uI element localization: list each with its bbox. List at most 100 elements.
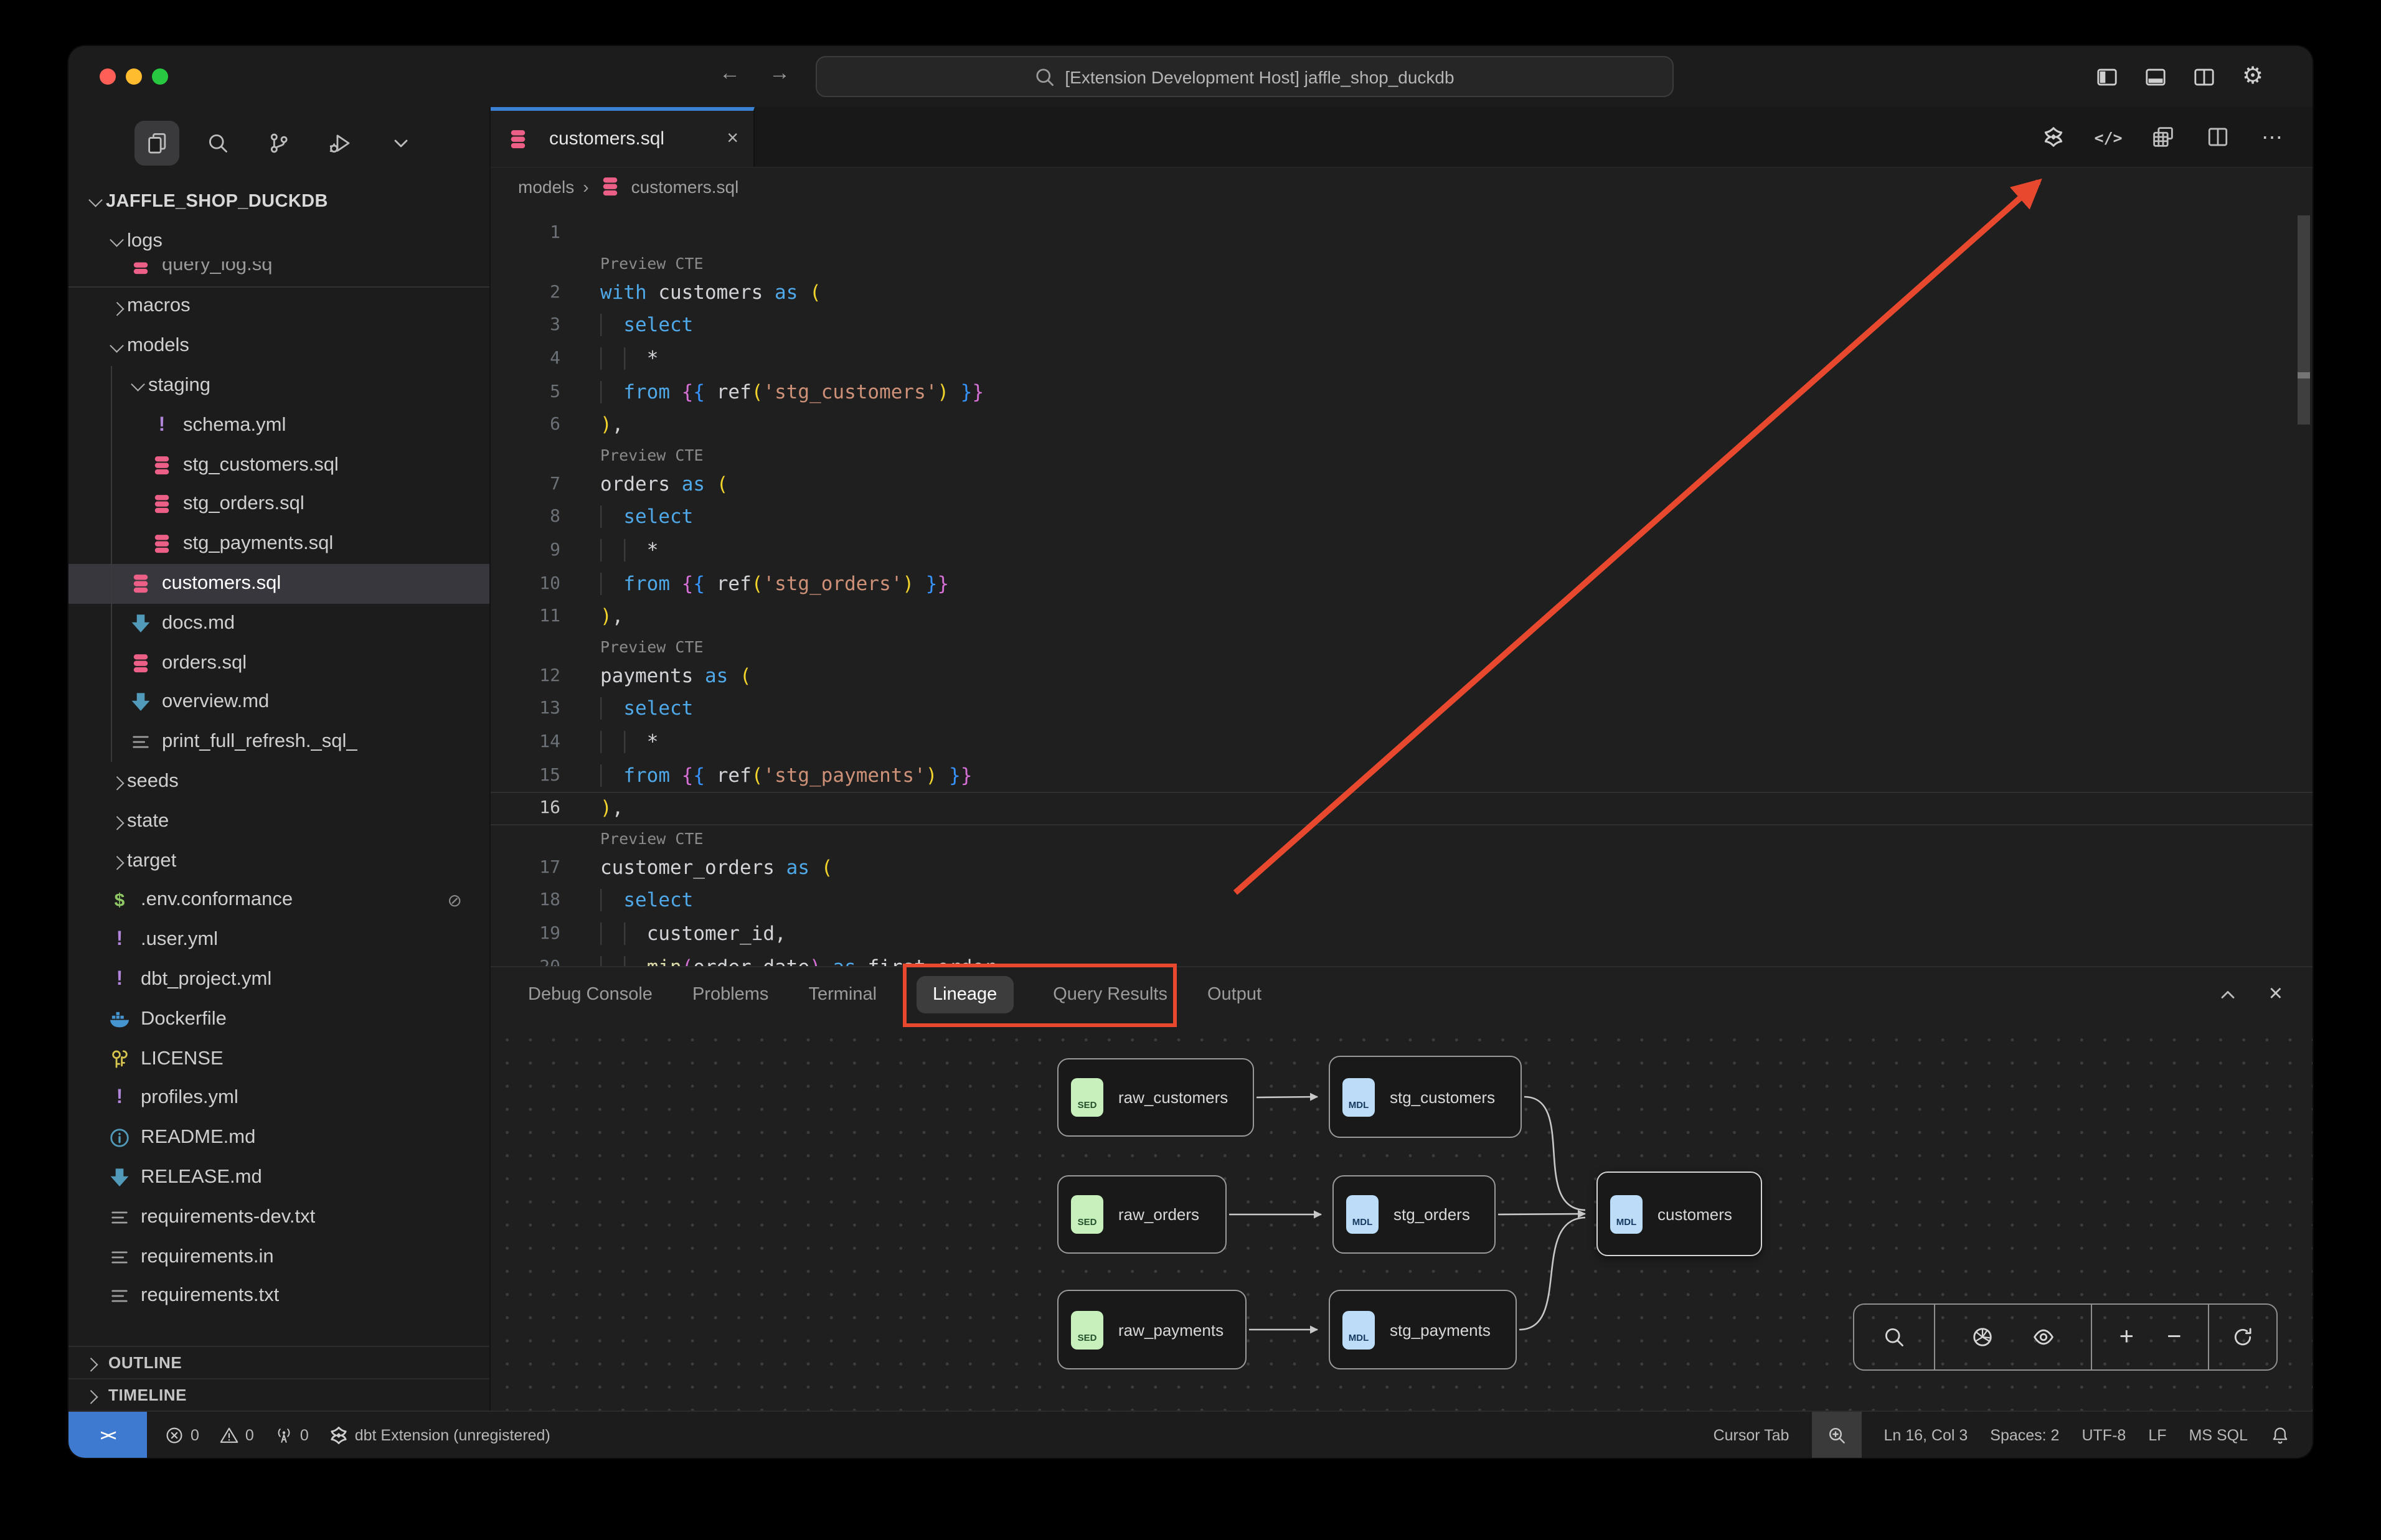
code-line-9[interactable]: 9 *: [491, 534, 2313, 567]
tree-item--env-conformance[interactable]: $.env.conformance⊘: [68, 881, 489, 921]
settings-gear-icon[interactable]: ⚙: [2240, 64, 2265, 89]
panel-close-icon[interactable]: ×: [2269, 980, 2283, 1008]
status-lf[interactable]: LF: [2148, 1426, 2166, 1444]
status-ln-16-col-3[interactable]: Ln 16, Col 3: [1884, 1426, 1968, 1444]
tree-item-seeds[interactable]: seeds: [68, 762, 489, 802]
layout-split-icon[interactable]: [2192, 64, 2217, 89]
history-back-button[interactable]: ←: [714, 61, 746, 86]
tree-item-overview-md[interactable]: overview.md: [68, 683, 489, 723]
tree-item-readme-md[interactable]: README.md: [68, 1119, 489, 1158]
plus-icon[interactable]: +: [2113, 1323, 2140, 1351]
activity-run-debug-button[interactable]: [318, 121, 362, 166]
split-editor-icon[interactable]: [2205, 124, 2230, 149]
code-line-6[interactable]: 6),: [491, 408, 2313, 441]
code-line-12[interactable]: 12payments as (: [491, 659, 2313, 692]
table-copy-icon[interactable]: [2151, 124, 2176, 149]
code-line-18[interactable]: 18 select: [491, 884, 2313, 917]
tree-item-requirements-in[interactable]: requirements.in: [68, 1237, 489, 1277]
aperture-icon[interactable]: [1969, 1323, 1996, 1351]
code-line-17[interactable]: 17customer_orders as (: [491, 851, 2313, 884]
tree-item-query-log-sq[interactable]: query_log.sq: [68, 261, 489, 287]
tree-item-staging[interactable]: staging: [68, 366, 489, 406]
code-line-8[interactable]: 8 select: [491, 500, 2313, 533]
tree-item-models[interactable]: models: [68, 327, 489, 367]
panel-tab-debug-console[interactable]: Debug Console: [528, 984, 653, 1004]
tree-item-schema-yml[interactable]: !schema.yml: [68, 406, 489, 446]
tree-item-orders-sql[interactable]: orders.sql: [68, 644, 489, 683]
traffic-zoom-button[interactable]: [152, 68, 168, 85]
lineage-node-customers[interactable]: MDLcustomers: [1596, 1171, 1762, 1256]
breadcrumb-folder[interactable]: models: [518, 177, 574, 197]
tree-item-state[interactable]: state: [68, 802, 489, 842]
tree-item-macros[interactable]: macros: [68, 287, 489, 327]
code-line-19[interactable]: 19 customer_id,: [491, 917, 2313, 950]
codelens-preview-cte[interactable]: Preview CTE: [491, 250, 2313, 276]
code-line-10[interactable]: 10 from {{ ref('stg_orders') }}: [491, 567, 2313, 600]
lineage-node-stg_payments[interactable]: MDLstg_payments: [1329, 1290, 1517, 1369]
more-icon[interactable]: ⋯: [2260, 124, 2285, 149]
panel-maximize-icon[interactable]: [2217, 983, 2239, 1005]
status-zoomin[interactable]: [1811, 1412, 1861, 1458]
tab-customers-sql[interactable]: customers.sql ×: [491, 107, 755, 167]
code-line-14[interactable]: 14 *: [491, 725, 2313, 758]
panel-tab-query-results[interactable]: Query Results: [1053, 984, 1167, 1004]
project-root-row[interactable]: JAFFLE_SHOP_DUCKDB: [68, 182, 489, 222]
timeline-section[interactable]: TIMELINE: [68, 1378, 489, 1411]
codelens-preview-cte[interactable]: Preview CTE: [491, 825, 2313, 851]
refresh-icon[interactable]: [2229, 1323, 2256, 1351]
eye-icon[interactable]: [2030, 1323, 2057, 1351]
panel-tab-lineage[interactable]: Lineage: [917, 975, 1013, 1013]
tree-item-target[interactable]: target: [68, 842, 489, 881]
minus-icon[interactable]: −: [2161, 1323, 2188, 1351]
history-forward-button[interactable]: →: [763, 61, 796, 86]
code-icon[interactable]: </>: [2096, 124, 2121, 149]
status-spaces-2[interactable]: Spaces: 2: [1990, 1426, 2059, 1444]
lineage-node-raw_customers[interactable]: SEDraw_customers: [1057, 1058, 1254, 1137]
tree-item-dockerfile[interactable]: Dockerfile: [68, 1000, 489, 1040]
lineage-node-stg_customers[interactable]: MDLstg_customers: [1329, 1056, 1522, 1138]
activity-chevron-down-button[interactable]: [379, 121, 423, 166]
code-line-11[interactable]: 11),: [491, 600, 2313, 633]
code-line-3[interactable]: 3 select: [491, 309, 2313, 342]
status-0[interactable]: 0: [274, 1425, 309, 1445]
tree-item-requirements-dev-txt[interactable]: requirements-dev.txt: [68, 1198, 489, 1237]
code-line-20[interactable]: 20 min(order_date) as first_order,: [491, 951, 2313, 966]
lineage-node-raw_payments[interactable]: SEDraw_payments: [1057, 1290, 1247, 1369]
tree-item-stg-orders-sql[interactable]: stg_orders.sql: [68, 485, 489, 525]
codelens-preview-cte[interactable]: Preview CTE: [491, 441, 2313, 467]
code-line-5[interactable]: 5 from {{ ref('stg_customers') }}: [491, 375, 2313, 408]
code-line-4[interactable]: 4 *: [491, 342, 2313, 375]
status-utf-8[interactable]: UTF-8: [2082, 1426, 2126, 1444]
breadcrumb-file[interactable]: customers.sql: [631, 177, 739, 197]
tree-item--user-yml[interactable]: !.user.yml: [68, 921, 489, 960]
panel-tab-problems[interactable]: Problems: [692, 984, 769, 1004]
code-line-2[interactable]: 2with customers as (: [491, 276, 2313, 309]
lineage-node-stg_orders[interactable]: MDLstg_orders: [1332, 1175, 1496, 1254]
remote-indicator[interactable]: ><: [68, 1412, 147, 1458]
code-line-13[interactable]: 13 select: [491, 692, 2313, 725]
panel-tab-output[interactable]: Output: [1207, 984, 1261, 1004]
lineage-node-raw_orders[interactable]: SEDraw_orders: [1057, 1175, 1227, 1254]
tree-item-docs-md[interactable]: docs.md: [68, 604, 489, 644]
traffic-minimize-button[interactable]: [126, 68, 142, 85]
code-editor[interactable]: 1Preview CTE2with customers as (3 select…: [491, 205, 2313, 966]
tree-item-stg-payments-sql[interactable]: stg_payments.sql: [68, 525, 489, 565]
status-0[interactable]: 0: [219, 1425, 254, 1445]
tb-search-icon[interactable]: [1880, 1323, 1908, 1351]
panel-tab-terminal[interactable]: Terminal: [808, 984, 877, 1004]
tree-item-license[interactable]: LICENSE: [68, 1039, 489, 1079]
tree-item-dbt-project-yml[interactable]: !dbt_project.yml: [68, 960, 489, 1000]
status-0[interactable]: 0: [164, 1425, 199, 1445]
tree-item-profiles-yml[interactable]: !profiles.yml: [68, 1079, 489, 1119]
layout-sidebar-left-icon[interactable]: [2095, 64, 2119, 89]
tree-item-stg-customers-sql[interactable]: stg_customers.sql: [68, 446, 489, 486]
traffic-close-button[interactable]: [100, 68, 116, 85]
status-ms-sql[interactable]: MS SQL: [2189, 1426, 2248, 1444]
outline-section[interactable]: OUTLINE: [68, 1346, 489, 1378]
tree-item-print-full-refresh-sql-[interactable]: print_full_refresh._sql_: [68, 723, 489, 763]
activity-search-button[interactable]: [196, 121, 240, 166]
codelens-preview-cte[interactable]: Preview CTE: [491, 633, 2313, 659]
tree-item-release-md[interactable]: RELEASE.md: [68, 1158, 489, 1198]
code-line-7[interactable]: 7orders as (: [491, 467, 2313, 500]
status-dbt-extension-unregistered-[interactable]: dbt Extension (unregistered): [329, 1425, 550, 1445]
